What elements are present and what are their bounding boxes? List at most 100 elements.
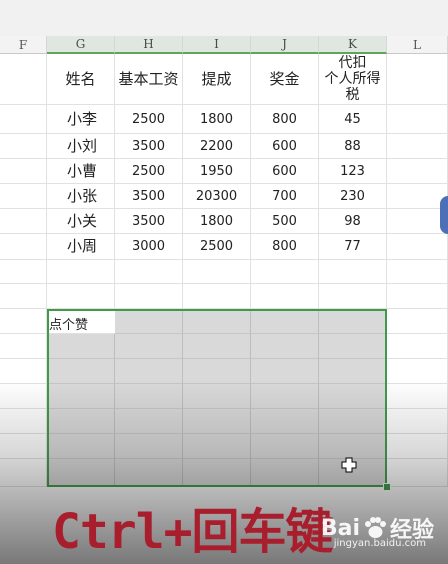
selected-cell[interactable] <box>183 434 251 459</box>
table-header-cell[interactable]: 代扣 个人所得 税 <box>319 54 387 105</box>
table-value-cell[interactable]: 77 <box>319 234 387 260</box>
column-header-k[interactable]: K <box>319 36 387 54</box>
cell[interactable] <box>0 54 47 105</box>
employee-name-cell[interactable]: 小李 <box>47 105 115 134</box>
column-header-i[interactable]: I <box>183 36 251 54</box>
table-value-cell[interactable]: 3500 <box>115 184 183 209</box>
selected-cell[interactable] <box>115 359 183 384</box>
table-value-cell[interactable]: 600 <box>251 134 319 159</box>
cell[interactable] <box>387 384 448 409</box>
selected-cell[interactable] <box>115 459 183 487</box>
selected-cell[interactable] <box>115 384 183 409</box>
cell[interactable] <box>0 434 47 459</box>
selected-cell[interactable] <box>319 309 387 334</box>
selected-cell[interactable] <box>115 409 183 434</box>
employee-name-cell[interactable]: 小关 <box>47 209 115 234</box>
table-value-cell[interactable]: 1950 <box>183 159 251 184</box>
selected-cell[interactable] <box>251 384 319 409</box>
cell[interactable] <box>387 234 448 260</box>
table-value-cell[interactable]: 230 <box>319 184 387 209</box>
cell[interactable] <box>0 459 47 487</box>
table-value-cell[interactable]: 45 <box>319 105 387 134</box>
table-value-cell[interactable]: 500 <box>251 209 319 234</box>
table-value-cell[interactable]: 2500 <box>115 159 183 184</box>
cell[interactable] <box>387 105 448 134</box>
table-header-cell[interactable]: 奖金 <box>251 54 319 105</box>
cell[interactable] <box>387 54 448 105</box>
table-value-cell[interactable]: 700 <box>251 184 319 209</box>
cell[interactable] <box>387 459 448 487</box>
cell[interactable] <box>0 309 47 334</box>
selected-cell[interactable] <box>115 334 183 359</box>
table-header-cell[interactable]: 基本工资 <box>115 54 183 105</box>
selected-cell[interactable] <box>251 434 319 459</box>
table-value-cell[interactable]: 3500 <box>115 209 183 234</box>
cell[interactable] <box>115 260 183 284</box>
cell[interactable] <box>387 134 448 159</box>
active-cell[interactable]: 点个赞 <box>47 309 115 334</box>
cell[interactable] <box>0 409 47 434</box>
employee-name-cell[interactable]: 小周 <box>47 234 115 260</box>
cell[interactable] <box>319 260 387 284</box>
cell[interactable] <box>47 260 115 284</box>
selected-cell[interactable] <box>251 359 319 384</box>
table-value-cell[interactable]: 800 <box>251 234 319 260</box>
selected-cell[interactable] <box>47 434 115 459</box>
cell[interactable] <box>0 284 47 309</box>
employee-name-cell[interactable]: 小曹 <box>47 159 115 184</box>
column-header-h[interactable]: H <box>115 36 183 54</box>
selected-cell[interactable] <box>115 434 183 459</box>
selected-cell[interactable] <box>47 409 115 434</box>
fill-handle[interactable] <box>383 483 391 491</box>
column-header-f[interactable]: F <box>0 36 47 54</box>
cell[interactable] <box>0 184 47 209</box>
selected-cell[interactable] <box>319 434 387 459</box>
cell[interactable] <box>0 260 47 284</box>
cell[interactable] <box>0 334 47 359</box>
selected-cell[interactable] <box>47 334 115 359</box>
selected-cell[interactable] <box>47 359 115 384</box>
selected-cell[interactable] <box>319 334 387 359</box>
selected-cell[interactable] <box>47 384 115 409</box>
cell[interactable] <box>387 260 448 284</box>
cell[interactable] <box>0 359 47 384</box>
table-value-cell[interactable]: 123 <box>319 159 387 184</box>
cell[interactable] <box>0 209 47 234</box>
selected-cell[interactable] <box>251 459 319 487</box>
table-value-cell[interactable]: 600 <box>251 159 319 184</box>
cell[interactable] <box>387 184 448 209</box>
table-value-cell[interactable]: 800 <box>251 105 319 134</box>
table-header-cell[interactable]: 提成 <box>183 54 251 105</box>
table-header-cell[interactable]: 姓名 <box>47 54 115 105</box>
table-value-cell[interactable]: 2200 <box>183 134 251 159</box>
cell[interactable] <box>0 105 47 134</box>
cell[interactable] <box>0 234 47 260</box>
cell[interactable] <box>0 159 47 184</box>
selected-cell[interactable] <box>183 359 251 384</box>
table-value-cell[interactable]: 98 <box>319 209 387 234</box>
selected-cell[interactable] <box>319 384 387 409</box>
employee-name-cell[interactable]: 小刘 <box>47 134 115 159</box>
selected-cell[interactable] <box>319 409 387 434</box>
table-value-cell[interactable]: 2500 <box>183 234 251 260</box>
cell[interactable] <box>183 260 251 284</box>
selected-cell[interactable] <box>115 309 183 334</box>
cell[interactable] <box>387 309 448 334</box>
employee-name-cell[interactable]: 小张 <box>47 184 115 209</box>
selected-cell[interactable] <box>251 409 319 434</box>
table-value-cell[interactable]: 1800 <box>183 105 251 134</box>
cell[interactable] <box>387 334 448 359</box>
cell[interactable] <box>251 260 319 284</box>
selected-cell[interactable] <box>251 334 319 359</box>
table-value-cell[interactable]: 20300 <box>183 184 251 209</box>
selected-cell[interactable] <box>47 459 115 487</box>
selected-cell[interactable] <box>183 409 251 434</box>
cell[interactable] <box>0 384 47 409</box>
table-value-cell[interactable]: 2500 <box>115 105 183 134</box>
selected-cell[interactable] <box>183 384 251 409</box>
table-value-cell[interactable]: 3000 <box>115 234 183 260</box>
table-value-cell[interactable]: 88 <box>319 134 387 159</box>
selected-cell[interactable] <box>183 459 251 487</box>
column-header-g[interactable]: G <box>47 36 115 54</box>
cell[interactable] <box>0 134 47 159</box>
